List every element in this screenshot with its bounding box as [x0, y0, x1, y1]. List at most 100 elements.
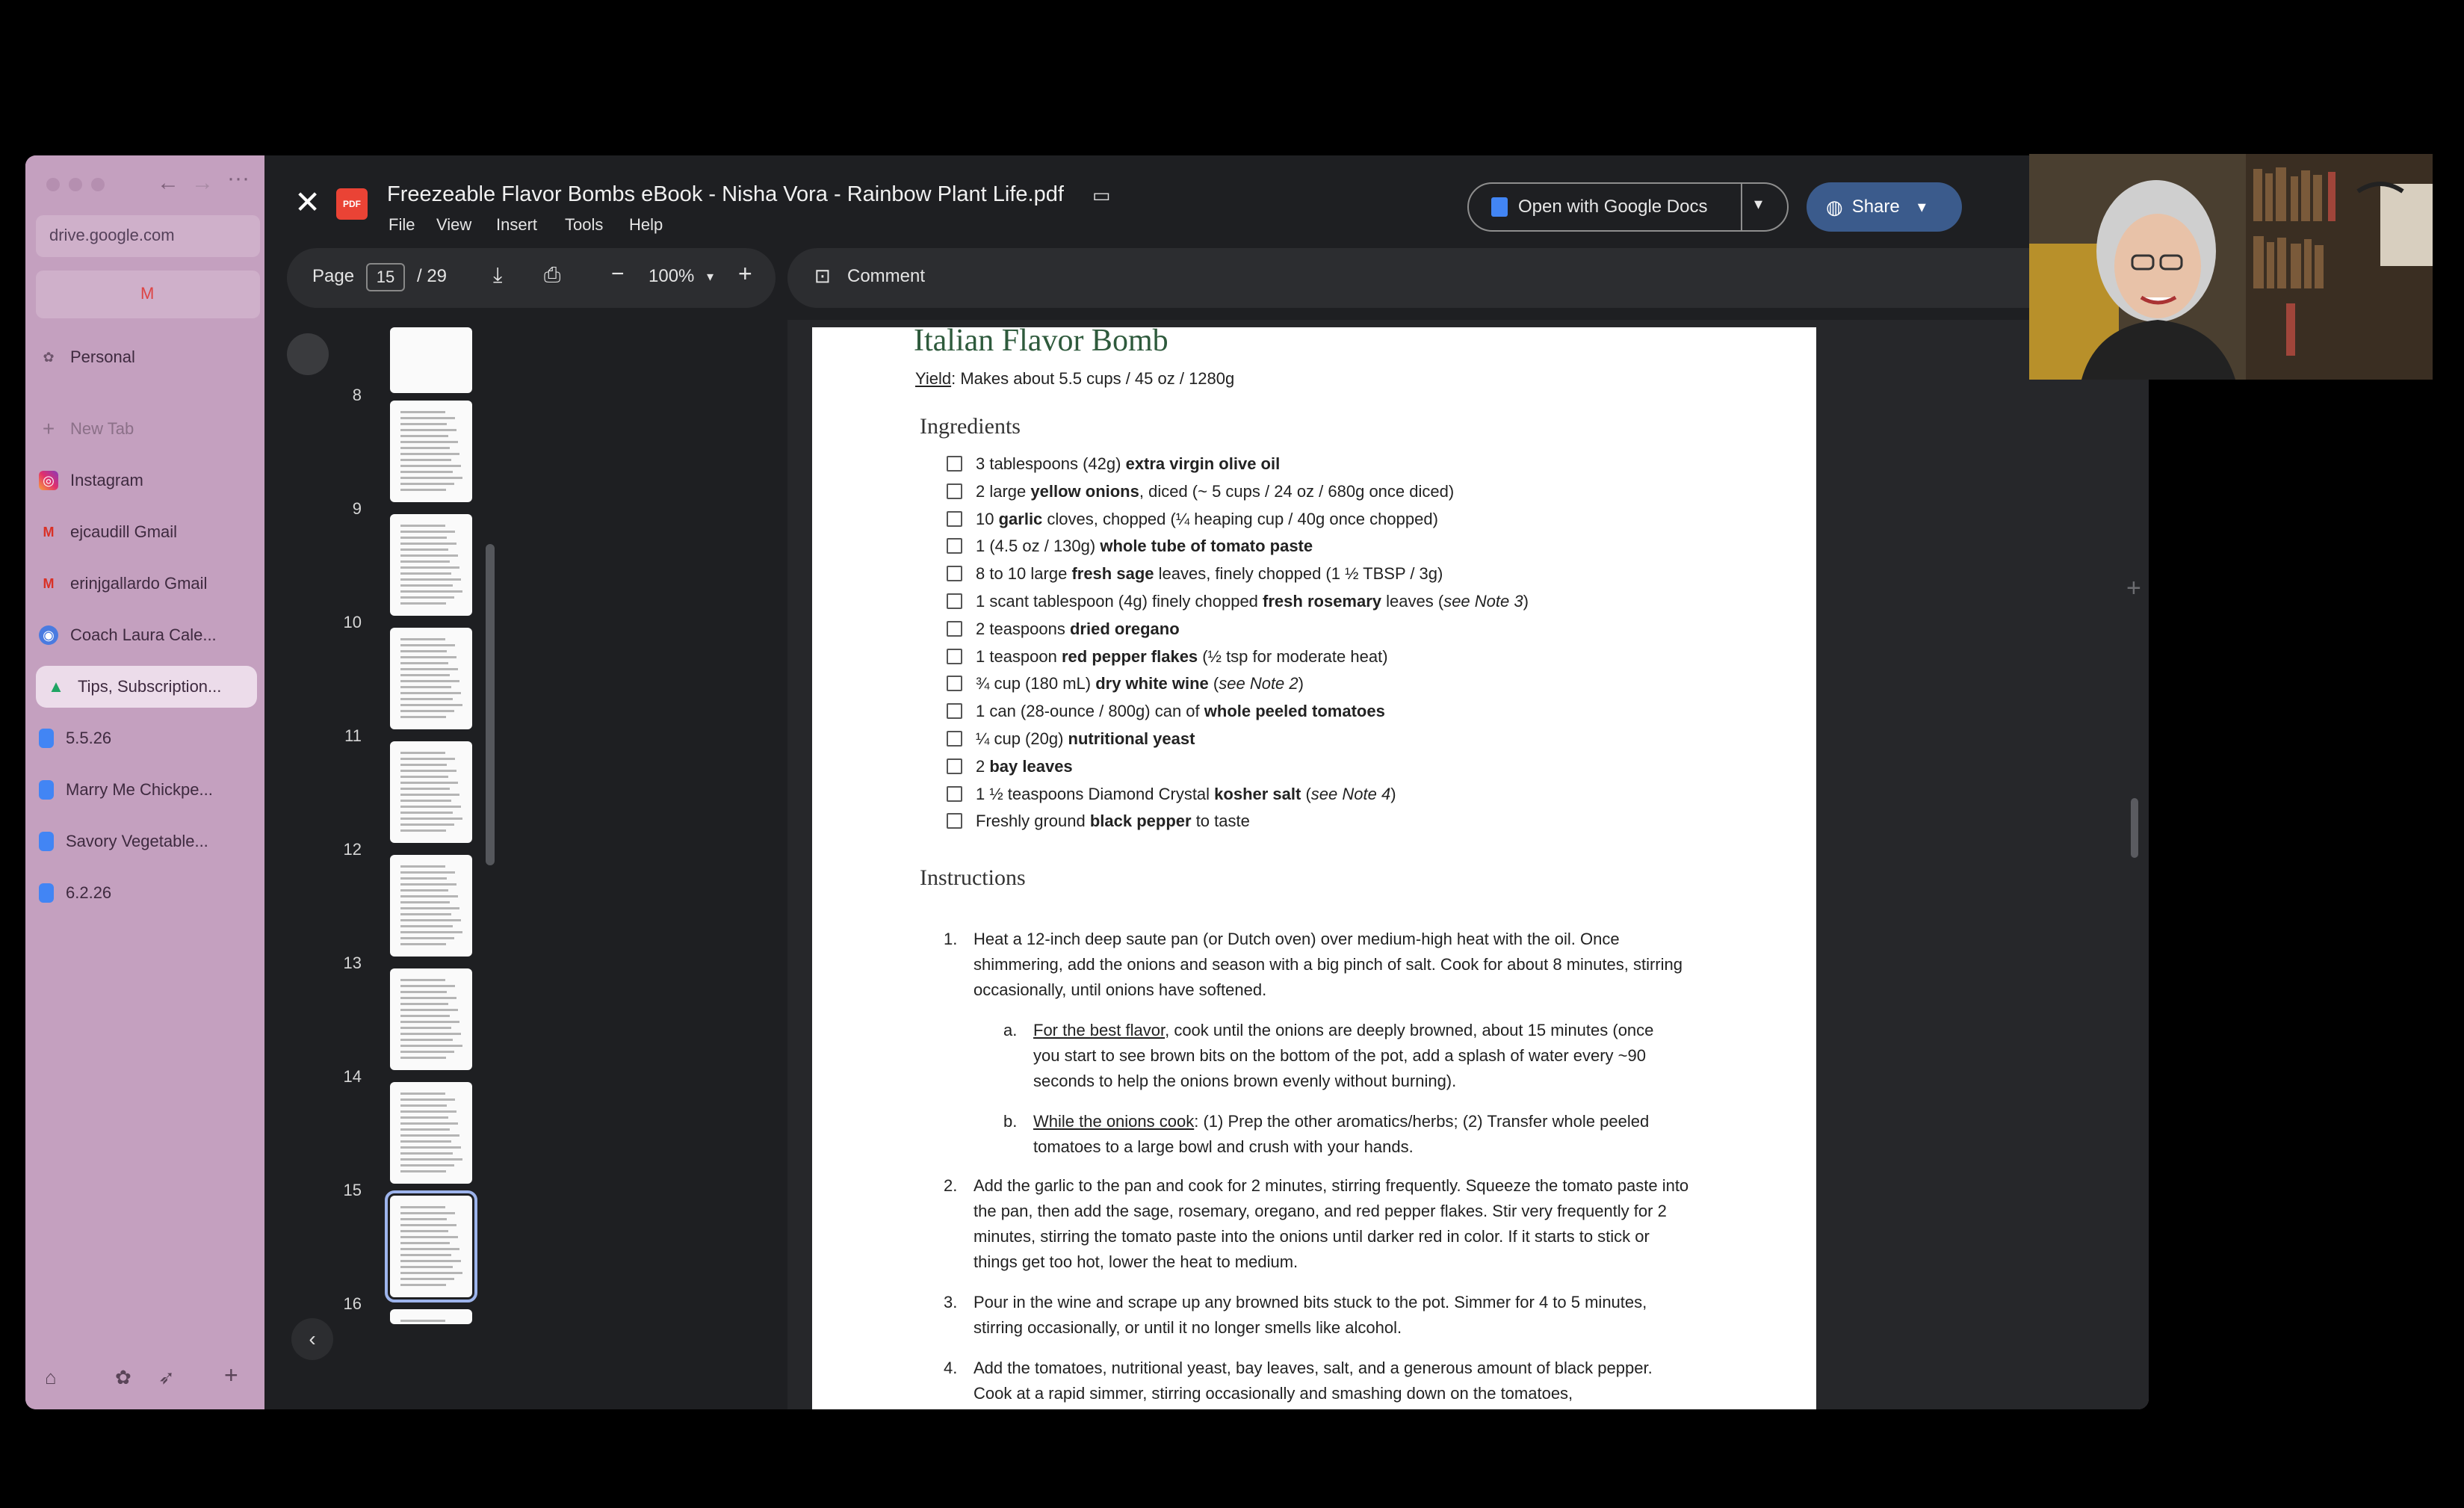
add-icon[interactable]: +	[2126, 574, 2141, 603]
ingredient-checkbox[interactable]	[947, 731, 962, 747]
ingredient-checkbox[interactable]	[947, 456, 962, 472]
sidebar-item-label: Coach Laura Cale...	[70, 625, 217, 644]
ingredient-name: dry white wine	[1095, 674, 1209, 693]
rocket-icon[interactable]: ➶	[158, 1366, 175, 1389]
menu-view[interactable]: View	[436, 215, 471, 235]
page-thumbnail[interactable]	[385, 1190, 477, 1302]
menu-insert[interactable]: Insert	[496, 215, 537, 235]
ingredient-checkbox[interactable]	[947, 566, 962, 582]
back-arrow-icon[interactable]: ←	[157, 170, 179, 196]
thumbnail-text-line	[400, 806, 461, 808]
thumbnail-text-line	[400, 1128, 450, 1131]
ingredient-text: (	[1208, 674, 1219, 693]
pinned-tab-gmail[interactable]: M	[36, 271, 260, 318]
maximize-window-button[interactable]	[91, 178, 105, 191]
ingredient-checkbox[interactable]	[947, 813, 962, 829]
sidebar-item-new-tab[interactable]: + New Tab	[39, 408, 263, 450]
ingredient-checkbox[interactable]	[947, 758, 962, 774]
page-thumbnail[interactable]	[390, 628, 472, 729]
close-window-button[interactable]	[46, 178, 60, 191]
sidebar-item-coach-laura[interactable]: ◉ Coach Laura Cale...	[39, 614, 263, 656]
sidebar-item-erinjgallardo-gmail[interactable]: M erinjgallardo Gmail	[39, 563, 263, 605]
thumbnail-text-line	[400, 543, 456, 545]
sidebar-item-6-2-26[interactable]: 6.2.26	[39, 872, 263, 914]
ingredient-text: to taste	[1191, 812, 1250, 831]
sidebar-item-instagram[interactable]: ◎ Instagram	[39, 460, 263, 501]
zoom-in-icon[interactable]: +	[738, 260, 752, 288]
ingredient-item: 1 scant tablespoon (4g) finely chopped f…	[947, 592, 1529, 611]
ingredient-text: ¾ cup (180 mL)	[976, 674, 1096, 693]
new-space-plus-icon[interactable]: +	[224, 1362, 238, 1389]
ingredient-checkbox[interactable]	[947, 483, 962, 499]
zoom-level[interactable]: 100%	[648, 266, 694, 287]
download-icon[interactable]: ⤓	[493, 263, 502, 288]
page-thumbnail[interactable]	[390, 968, 472, 1070]
page-thumbnail[interactable]	[390, 401, 472, 502]
menu-file[interactable]: File	[389, 215, 415, 235]
page-thumbnail[interactable]	[390, 741, 472, 843]
ingredient-checkbox[interactable]	[947, 648, 962, 664]
open-with-google-docs-button[interactable]: Open with Google Docs ▾	[1467, 182, 1789, 232]
comment-button[interactable]: Comment	[847, 266, 925, 287]
page-thumbnail[interactable]	[390, 514, 472, 616]
ingredient-text: 2 large	[976, 481, 1031, 501]
step-lead: For the best flavor	[1033, 1021, 1166, 1039]
page-number-input[interactable]	[366, 263, 405, 291]
thumbnail-text-line	[400, 447, 450, 449]
thumbnail-page-number: 13	[343, 954, 362, 972]
thumbnail-text-line	[400, 692, 461, 694]
step-lead: While the onions cook	[1033, 1112, 1195, 1131]
paw-icon[interactable]: ✿	[115, 1366, 131, 1389]
ingredient-checkbox[interactable]	[947, 785, 962, 802]
page-thumbnail[interactable]	[390, 855, 472, 957]
minimize-window-button[interactable]	[69, 178, 82, 191]
ingredient-item: 10 garlic cloves, chopped (¼ heaping cup…	[947, 510, 1438, 529]
browser-sidebar: ← → ··· drive.google.com M ✿ Personal + …	[25, 155, 264, 1409]
ingredient-checkbox[interactable]	[947, 538, 962, 554]
share-button[interactable]: ◍ Share ▾	[1807, 182, 1962, 232]
move-to-folder-icon[interactable]: ▭	[1092, 184, 1111, 207]
sidebar-item-savory-vegetable[interactable]: Savory Vegetable...	[39, 821, 263, 862]
gmail-icon: M	[140, 284, 155, 303]
sidebar-item-ejcaudill-gmail[interactable]: M ejcaudill Gmail	[39, 511, 263, 553]
more-options-icon[interactable]: ···	[227, 166, 250, 191]
document-title: Freezeable Flavor Bombs eBook - Nisha Vo…	[387, 182, 1064, 206]
ingredient-checkbox[interactable]	[947, 703, 962, 720]
archive-icon[interactable]: ⌂	[45, 1366, 57, 1389]
sidebar-item-label: Marry Me Chickpe...	[66, 780, 213, 799]
menu-help[interactable]: Help	[629, 215, 663, 235]
page-thumbnail[interactable]	[390, 1309, 472, 1324]
menu-tools[interactable]: Tools	[565, 215, 603, 235]
comment-icon[interactable]: ⊡	[814, 265, 831, 288]
print-icon[interactable]: ⎙	[544, 263, 560, 288]
ingredients-heading: Ingredients	[920, 414, 1021, 439]
chevron-down-icon[interactable]: ▾	[1918, 197, 1926, 217]
thumbnail-scrollbar[interactable]	[486, 544, 495, 865]
chevron-down-icon[interactable]: ▾	[707, 269, 713, 285]
thumbnail-text-line	[400, 752, 445, 754]
ingredient-item: 2 large yellow onions, diced (~ 5 cups /…	[947, 482, 1454, 501]
page-thumbnail[interactable]	[390, 1082, 472, 1184]
thumbnail-text-line	[400, 566, 459, 569]
thumbnail-text-line	[400, 1278, 454, 1280]
address-bar[interactable]: drive.google.com	[36, 215, 260, 257]
forward-arrow-icon[interactable]: →	[191, 170, 214, 196]
space-switcher[interactable]: ✿ Personal	[39, 336, 263, 378]
ingredient-checkbox[interactable]	[947, 676, 962, 692]
chevron-down-icon[interactable]: ▾	[1754, 194, 1762, 214]
thumbnail-text-line	[400, 1116, 448, 1119]
page-thumbnail[interactable]	[390, 327, 472, 393]
close-icon[interactable]: ✕	[294, 184, 321, 220]
thumbnail-text-line	[400, 1146, 461, 1149]
sidebar-item-5-5-26[interactable]: 5.5.26	[39, 717, 263, 759]
thumbnail-text-line	[400, 913, 451, 915]
sidebar-item-tips-subscription[interactable]: ▲ Tips, Subscription...	[36, 666, 257, 708]
ingredient-checkbox[interactable]	[947, 510, 962, 527]
zoom-out-icon[interactable]: −	[611, 262, 625, 287]
ingredient-checkbox[interactable]	[947, 593, 962, 609]
collapse-panel-button[interactable]: ‹	[291, 1318, 333, 1360]
sidebar-item-marry-me-chickpea[interactable]: Marry Me Chickpe...	[39, 769, 263, 811]
ingredient-item: 2 bay leaves	[947, 757, 1073, 776]
page-scrollbar[interactable]	[2131, 798, 2138, 858]
ingredient-checkbox[interactable]	[947, 620, 962, 637]
